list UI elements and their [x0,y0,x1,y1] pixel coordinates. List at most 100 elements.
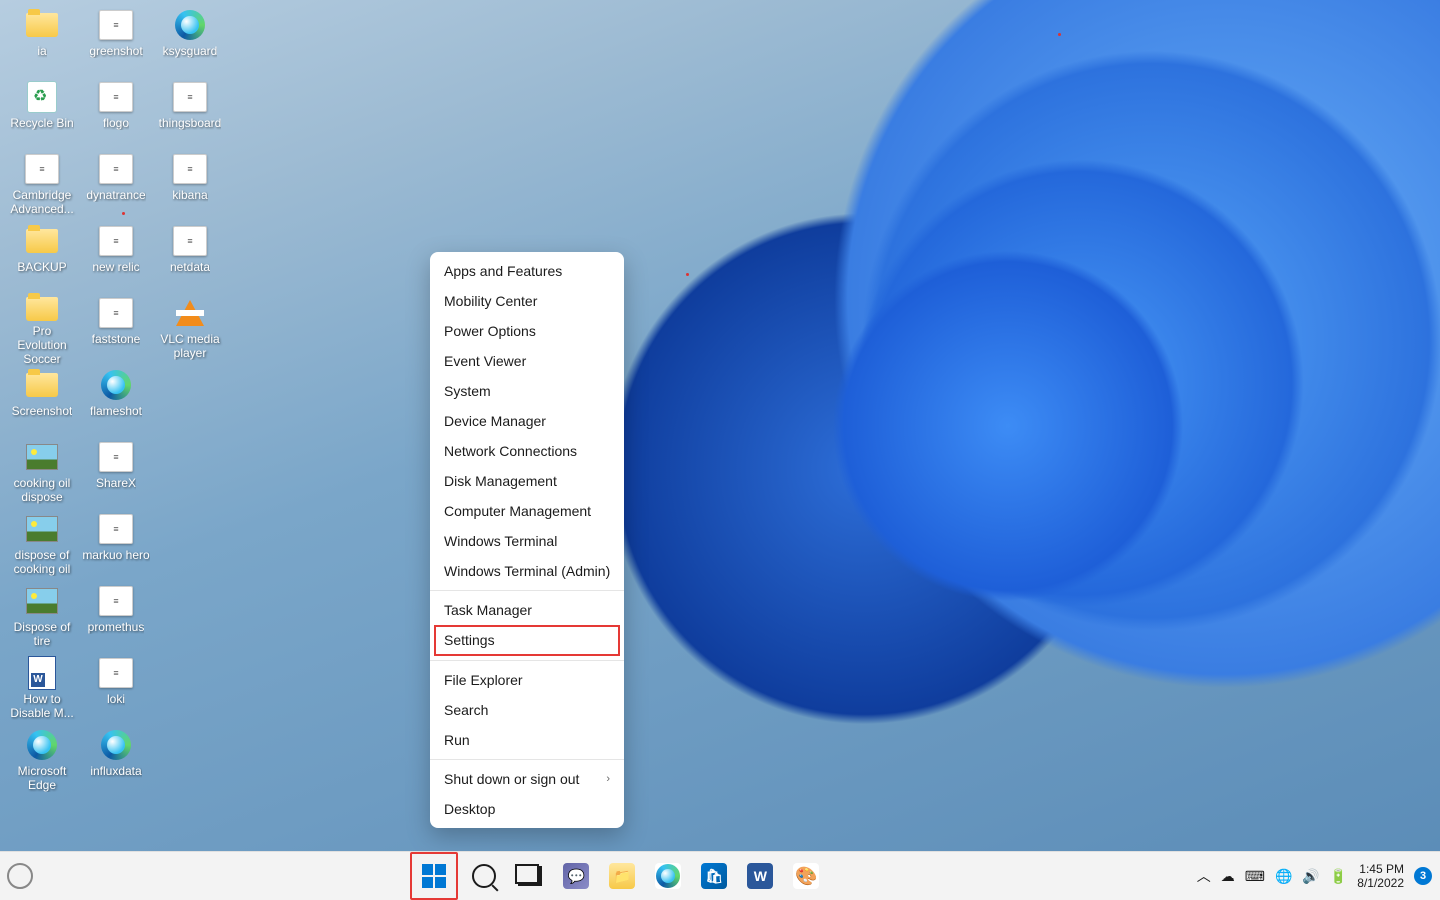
desktop-icon-label: dynatrance [86,188,145,202]
desktop-icon[interactable]: dispose of cooking oil [6,510,78,582]
menu-item[interactable]: Network Connections [430,436,624,466]
menu-item-label: Apps and Features [444,256,562,286]
menu-item[interactable]: Windows Terminal (Admin) [430,556,624,586]
shortcut-icon: ≡ [99,656,133,690]
shortcut-icon: ≡ [25,152,59,186]
folder-icon [25,368,59,402]
desktop-icon[interactable]: ≡greenshot [80,6,152,78]
menu-item[interactable]: Settings [434,625,620,656]
shortcut-icon: ≡ [99,584,133,618]
desktop-icon-label: Cambridge Advanced... [7,188,77,216]
start-button[interactable] [410,852,458,900]
desktop-icon[interactable]: Screenshot [6,366,78,438]
windows-logo-icon [422,864,446,888]
menu-item-label: Mobility Center [444,286,537,316]
menu-item-label: System [444,376,491,406]
desktop-icon[interactable]: How to Disable M... [6,654,78,726]
menu-item-label: Search [444,695,488,725]
desktop-icon[interactable]: flameshot [80,366,152,438]
menu-item[interactable]: System [430,376,624,406]
desktop-icon[interactable]: ≡new relic [80,222,152,294]
desktop-icon-label: markuo hero [82,548,149,562]
desktop-icon[interactable]: Microsoft Edge [6,726,78,798]
desktop-icon[interactable]: ≡ faststone [80,294,152,366]
desktop-icon[interactable]: cooking oil dispose [6,438,78,510]
chat-button[interactable]: 💬 [556,856,596,896]
menu-item[interactable]: Disk Management [430,466,624,496]
winx-context-menu: Apps and FeaturesMobility CenterPower Op… [430,252,624,828]
menu-item[interactable]: Power Options [430,316,624,346]
menu-item-label: Shut down or sign out [444,764,579,794]
menu-item-label: Network Connections [444,436,577,466]
desktop-icon[interactable]: VLC media player [154,294,226,366]
desktop-icon[interactable]: ≡Cambridge Advanced... [6,150,78,222]
desktop-icon[interactable]: BACKUP [6,222,78,294]
folder-icon [25,296,59,322]
menu-item[interactable]: Mobility Center [430,286,624,316]
language-icon[interactable]: 🌐 [1275,868,1292,885]
cortana-icon[interactable] [0,856,40,896]
battery-icon[interactable]: 🔋 [1330,868,1347,885]
keyboard-icon[interactable]: ⌨ [1245,868,1265,885]
desktop-icon[interactable]: ≡dynatrance [80,150,152,222]
menu-item[interactable]: Task Manager [430,595,624,625]
desktop-icon[interactable]: ≡flogo [80,78,152,150]
desktop-icon[interactable]: ia [6,6,78,78]
desktop-icon-label: Recycle Bin [10,116,73,130]
word-button[interactable]: W [740,856,780,896]
desktop-icon[interactable]: Dispose of tire [6,582,78,654]
tray-chevron-up-icon[interactable]: ︿ [1197,866,1211,886]
word-icon: W [747,863,773,889]
menu-item-label: Power Options [444,316,536,346]
desktop-icon[interactable]: ≡netdata [154,222,226,294]
notification-badge[interactable]: 3 [1414,867,1432,885]
menu-item[interactable]: Event Viewer [430,346,624,376]
menu-item-label: File Explorer [444,665,523,695]
menu-item[interactable]: Computer Management [430,496,624,526]
folder-icon [25,8,59,42]
desktop-icon[interactable]: ≡ markuo hero [80,510,152,582]
desktop-icon[interactable]: Pro Evolution Soccer 2017... [6,294,78,366]
menu-item-label: Event Viewer [444,346,526,376]
desktop-icons-grid: ia≡greenshotksysguardRecycle Bin≡flogo≡t… [6,6,226,798]
desktop-icon[interactable]: ≡ShareX [80,438,152,510]
menu-item[interactable]: Windows Terminal [430,526,624,556]
desktop-icon-label: greenshot [89,44,142,58]
folder-icon: 📁 [609,863,635,889]
desktop-icon[interactable]: ≡kibana [154,150,226,222]
onedrive-icon[interactable]: ☁ [1221,868,1235,885]
file-explorer-button[interactable]: 📁 [602,856,642,896]
system-tray: ︿ ☁ ⌨ 🌐 🔊 🔋 1:45 PM 8/1/2022 3 [1197,862,1440,890]
clock[interactable]: 1:45 PM 8/1/2022 [1357,862,1404,890]
shortcut-icon: ≡ [99,512,133,546]
desktop-icon[interactable]: ≡loki [80,654,152,726]
desktop-icon-label: faststone [92,332,141,346]
menu-item[interactable]: Shut down or sign out› [430,764,624,794]
menu-item[interactable]: File Explorer [430,665,624,695]
volume-icon[interactable]: 🔊 [1302,868,1319,885]
pic-icon [25,584,59,618]
desktop-icon[interactable]: ksysguard [154,6,226,78]
desktop-icon[interactable]: Recycle Bin [6,78,78,150]
task-view-button[interactable] [510,856,550,896]
desktop-icon[interactable]: ≡thingsboard [154,78,226,150]
desktop-icon[interactable]: ≡promethus [80,582,152,654]
shortcut-icon: ≡ [173,224,207,258]
paint-button[interactable] [786,856,826,896]
red-dot [1058,33,1061,36]
menu-item[interactable]: Apps and Features [430,256,624,286]
shortcut-icon: ≡ [99,296,133,330]
menu-item[interactable]: Desktop [430,794,624,824]
desktop-icon-label: ksysguard [163,44,218,58]
edge-button[interactable] [648,856,688,896]
store-icon: 🛍 [701,863,727,889]
desktop[interactable]: ia≡greenshotksysguardRecycle Bin≡flogo≡t… [0,0,1440,852]
menu-item[interactable]: Search [430,695,624,725]
vlc-icon [173,296,207,330]
store-button[interactable]: 🛍 [694,856,734,896]
search-button[interactable] [464,856,504,896]
desktop-icon[interactable]: influxdata [80,726,152,798]
desktop-icon-label: Screenshot [12,404,73,418]
menu-item[interactable]: Device Manager [430,406,624,436]
menu-item[interactable]: Run [430,725,624,755]
